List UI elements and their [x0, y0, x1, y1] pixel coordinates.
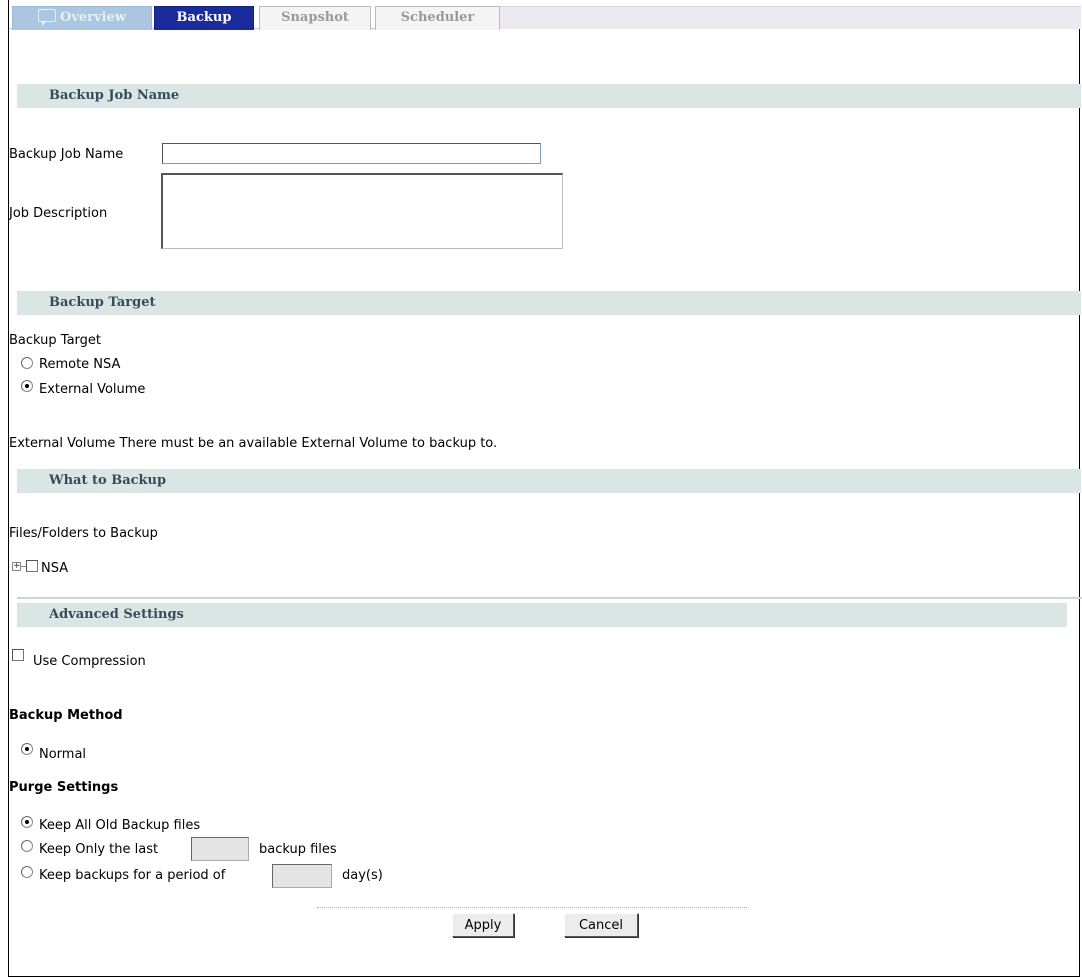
tab-bar: Overview Backup Snapshot Scheduler [9, 0, 1081, 30]
radio-external-volume[interactable] [21, 380, 33, 392]
external-volume-label: External Volume [39, 382, 146, 397]
keep-last-label: Keep Only the last [39, 842, 159, 857]
normal-label: Normal [39, 747, 87, 762]
tab-backup[interactable]: Backup [154, 6, 254, 30]
purge-settings-heading: Purge Settings [9, 780, 119, 795]
tab-snapshot[interactable]: Snapshot [259, 6, 371, 30]
external-volume-note: External Volume There must be an availab… [9, 436, 498, 451]
backup-method-heading: Backup Method [9, 708, 123, 723]
tree-nsa-label: NSA [41, 561, 69, 576]
job-name-input[interactable] [162, 143, 541, 164]
job-description-label: Job Description [9, 206, 108, 221]
section-header-what-to-backup: What to Backup [17, 469, 1081, 493]
job-description-textarea[interactable] [161, 173, 563, 249]
keep-period-days-input[interactable] [272, 864, 332, 888]
advanced-settings-rule [17, 597, 1082, 599]
tab-bar-filler [500, 6, 1081, 29]
main-panel: Overview Backup Snapshot Scheduler Backu… [8, 0, 1082, 977]
job-name-label: Backup Job Name [9, 147, 124, 162]
keep-last-count-input[interactable] [191, 837, 249, 861]
use-compression-checkbox[interactable] [12, 649, 24, 661]
keep-period-label: Keep backups for a period of [39, 868, 226, 883]
button-divider [317, 907, 747, 908]
apply-button[interactable]: Apply [452, 913, 514, 937]
use-compression-label: Use Compression [33, 654, 146, 669]
tree-expand-icon[interactable]: + [12, 562, 21, 571]
radio-remote-nsa[interactable] [21, 357, 33, 369]
keep-all-label: Keep All Old Backup files [39, 818, 201, 833]
tree-nsa-checkbox[interactable] [26, 560, 38, 572]
cancel-button[interactable]: Cancel [564, 913, 638, 937]
tab-overview[interactable]: Overview [12, 6, 152, 30]
backup-target-label: Backup Target [9, 333, 102, 348]
radio-keep-last[interactable] [21, 840, 33, 852]
tab-scheduler[interactable]: Scheduler [375, 6, 500, 30]
section-header-advanced-settings: Advanced Settings [17, 603, 1067, 627]
radio-normal[interactable] [21, 743, 33, 755]
keep-last-suffix: backup files [259, 842, 337, 857]
files-folders-label: Files/Folders to Backup [9, 526, 158, 541]
section-header-job-name: Backup Job Name [17, 84, 1081, 108]
remote-nsa-label: Remote NSA [39, 357, 121, 372]
tab-overview-label: Overview [60, 10, 126, 25]
section-header-backup-target: Backup Target [17, 291, 1081, 315]
chat-icon [38, 9, 57, 26]
keep-period-suffix: day(s) [342, 868, 383, 883]
radio-keep-period[interactable] [21, 866, 33, 878]
radio-keep-all[interactable] [21, 816, 33, 828]
